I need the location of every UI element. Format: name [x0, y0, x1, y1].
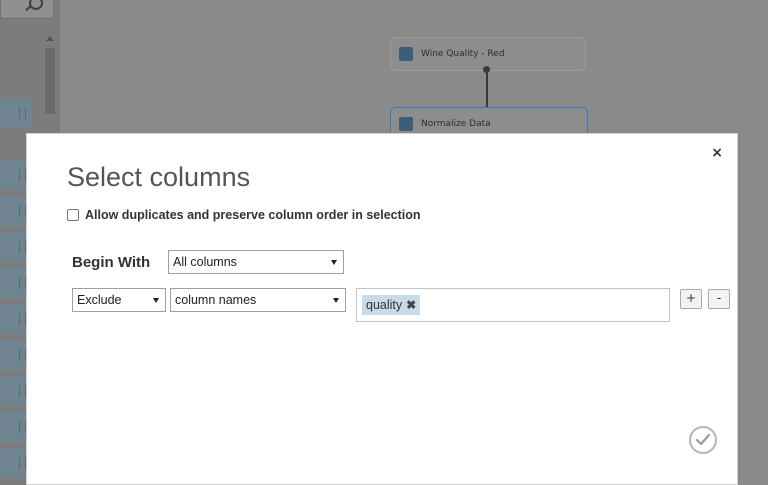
connector-line [486, 70, 488, 108]
remove-rule-button[interactable]: - [708, 289, 730, 309]
palette-row[interactable] [0, 98, 32, 128]
remove-tag-icon[interactable]: ✖ [406, 298, 416, 312]
drag-handle-icon [19, 421, 26, 433]
confirm-button[interactable] [689, 426, 717, 454]
drag-handle-icon [19, 313, 26, 325]
dialog-title: Select columns [67, 162, 251, 192]
palette-search-box[interactable] [0, 0, 54, 19]
drag-handle-icon [19, 457, 26, 469]
drag-handle-icon [19, 277, 26, 289]
normalize-icon [399, 117, 413, 131]
begin-with-select[interactable]: All columns [168, 250, 344, 274]
column-tag-input[interactable]: quality ✖ [356, 288, 670, 322]
begin-with-value: All columns [173, 255, 237, 269]
drag-handle-icon [19, 349, 26, 361]
scroll-up-icon [46, 36, 54, 41]
drag-handle-icon [19, 205, 26, 217]
check-icon [695, 433, 711, 446]
dataset-icon [399, 47, 413, 61]
dataset-node-label: Wine Quality - Red [421, 49, 505, 59]
drag-handle-icon [19, 241, 26, 253]
rule-type-value: column names [175, 293, 257, 307]
normalize-node-label: Normalize Data [421, 119, 491, 129]
chevron-down-icon [153, 298, 159, 303]
scroll-thumb[interactable] [45, 48, 55, 114]
close-icon[interactable]: × [711, 144, 723, 162]
allow-duplicates-checkbox[interactable] [67, 209, 79, 221]
begin-with-label: Begin With [72, 254, 151, 271]
palette-scrollbar[interactable] [44, 36, 56, 136]
chevron-down-icon [333, 298, 339, 303]
chevron-down-icon [331, 260, 337, 265]
rule-mode-select[interactable]: Exclude [72, 288, 166, 312]
rule-type-select[interactable]: column names [170, 288, 346, 312]
drag-handle-icon [19, 107, 26, 119]
drag-handle-icon [19, 385, 26, 397]
column-tag: quality ✖ [362, 295, 421, 315]
select-columns-dialog: × Select columns Allow duplicates and pr… [27, 134, 737, 484]
add-rule-button[interactable]: + [680, 289, 702, 309]
search-icon [29, 0, 43, 10]
drag-handle-icon [19, 169, 26, 181]
allow-duplicates-row: Allow duplicates and preserve column ord… [67, 208, 421, 222]
allow-duplicates-label: Allow duplicates and preserve column ord… [85, 208, 421, 222]
rule-mode-value: Exclude [77, 293, 122, 307]
column-tag-label: quality [366, 298, 403, 312]
